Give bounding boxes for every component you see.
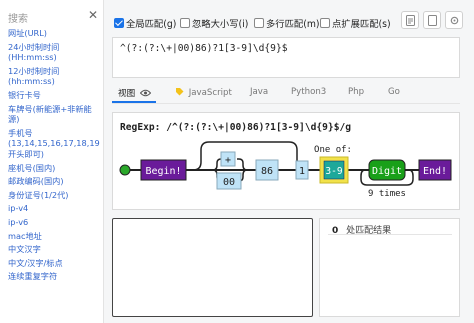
document-icon: [405, 14, 415, 26]
sidebar-item-12h-time[interactable]: 12小时制时间(hh:mm:ss): [8, 66, 102, 87]
zerozero-label: 00: [223, 177, 235, 188]
sidebar-item-chinese-punct[interactable]: 中文/汉字/标点: [8, 258, 102, 269]
sidebar-item-postcode[interactable]: 邮政编码(国内): [8, 176, 102, 187]
output-tabs: 视图 JavaScript Java Python3 Php Go: [112, 84, 460, 104]
active-tab-indicator: [112, 101, 156, 103]
sidebar-item-24h-time[interactable]: 24小时制时间(HH:mm:ss): [8, 42, 102, 63]
tab-go[interactable]: Go: [388, 87, 400, 97]
tag-icon: [176, 88, 184, 96]
test-text-input[interactable]: [112, 218, 313, 317]
gear-icon: [450, 16, 458, 24]
result-divider: [328, 234, 452, 235]
tab-javascript-label: JavaScript: [188, 88, 232, 98]
checkbox-dotall[interactable]: [320, 18, 330, 28]
times-caption: 9 times: [368, 189, 406, 199]
page-scrollbar[interactable]: [465, 0, 474, 323]
regex-input[interactable]: ^(?:(?:\+|00)86)?1[3-9]\d{9}$: [112, 37, 460, 78]
flag-ignore-case-label: 忽略大小写(i): [192, 19, 249, 30]
plus-label: +: [225, 155, 231, 166]
tab-python3[interactable]: Python3: [291, 87, 326, 97]
sidebar-item-ipv6[interactable]: ip-v6: [8, 217, 102, 228]
sidebar-item-mac[interactable]: mac地址: [8, 231, 102, 242]
sidebar-item-bank-card[interactable]: 银行卡号: [8, 90, 102, 101]
tab-view[interactable]: 视图: [118, 87, 152, 99]
sidebar-search[interactable]: 搜索 ✕: [4, 7, 100, 27]
match-results-panel: 0 处匹配结果: [319, 218, 460, 317]
flag-dotall[interactable]: 点扩展匹配(s): [320, 14, 391, 32]
sidebar: 搜索 ✕ 网址(URL) 24小时制时间(HH:mm:ss) 12小时制时间(h…: [0, 0, 104, 323]
begin-label: Begin!: [145, 166, 181, 177]
sidebar-item-mobile[interactable]: 手机号(13,14,15,16,17,18,19开头即可): [8, 128, 102, 160]
sidebar-item-id-card[interactable]: 身份证号(1/2代): [8, 190, 102, 201]
railroad-diagram: Begin! + 00 86 1 One of: 3-9 Digit 9 tim…: [119, 141, 452, 199]
eye-icon: [139, 89, 152, 97]
clear-search-icon[interactable]: ✕: [88, 8, 98, 22]
copy-button[interactable]: [401, 11, 419, 29]
flag-ignore-case[interactable]: 忽略大小写(i): [180, 14, 248, 32]
tab-javascript[interactable]: JavaScript: [175, 87, 232, 98]
flag-global[interactable]: 全局匹配(g): [114, 14, 176, 32]
tab-java[interactable]: Java: [250, 87, 268, 97]
range-label: 3-9: [325, 166, 342, 177]
flag-multiline-label: 多行匹配(m): [266, 19, 320, 30]
flag-multiline[interactable]: 多行匹配(m): [254, 14, 320, 32]
flag-dotall-label: 点扩展匹配(s): [332, 19, 391, 30]
checkbox-ignore-case[interactable]: [180, 18, 190, 28]
end-label: End!: [423, 166, 447, 177]
sidebar-item-url[interactable]: 网址(URL): [8, 28, 102, 39]
sidebar-list: 网址(URL) 24小时制时间(HH:mm:ss) 12小时制时间(hh:mm:…: [8, 28, 102, 285]
tab-view-label: 视图: [118, 89, 136, 99]
checkbox-global[interactable]: [114, 18, 124, 28]
regex-diagram: RegExp: /^(?:(?:\+|00)86)?1[3-9]\d{9}$/g…: [112, 112, 460, 210]
flag-global-label: 全局匹配(g): [126, 19, 177, 30]
search-input[interactable]: 搜索: [8, 10, 28, 25]
one-label: 1: [299, 166, 305, 177]
start-dot: [119, 164, 131, 176]
page-icon: [427, 14, 437, 26]
share-button[interactable]: [423, 11, 441, 29]
sidebar-item-license-plate[interactable]: 车牌号(新能源+非新能源): [8, 104, 102, 125]
checkbox-multiline[interactable]: [254, 18, 264, 28]
oneof-caption: One of:: [314, 145, 352, 155]
settings-button[interactable]: [445, 11, 463, 29]
group-bracket: [192, 141, 306, 171]
sidebar-item-chinese[interactable]: 中文汉字: [8, 244, 102, 255]
digit-label: Digit: [372, 166, 402, 177]
sidebar-item-ipv4[interactable]: ip-v4: [8, 203, 102, 214]
eightsix-label: 86: [261, 166, 273, 177]
sidebar-item-landline[interactable]: 座机号(国内): [8, 163, 102, 174]
tab-php[interactable]: Php: [348, 87, 364, 97]
sidebar-item-repeat-chars[interactable]: 连续重复字符: [8, 271, 102, 282]
